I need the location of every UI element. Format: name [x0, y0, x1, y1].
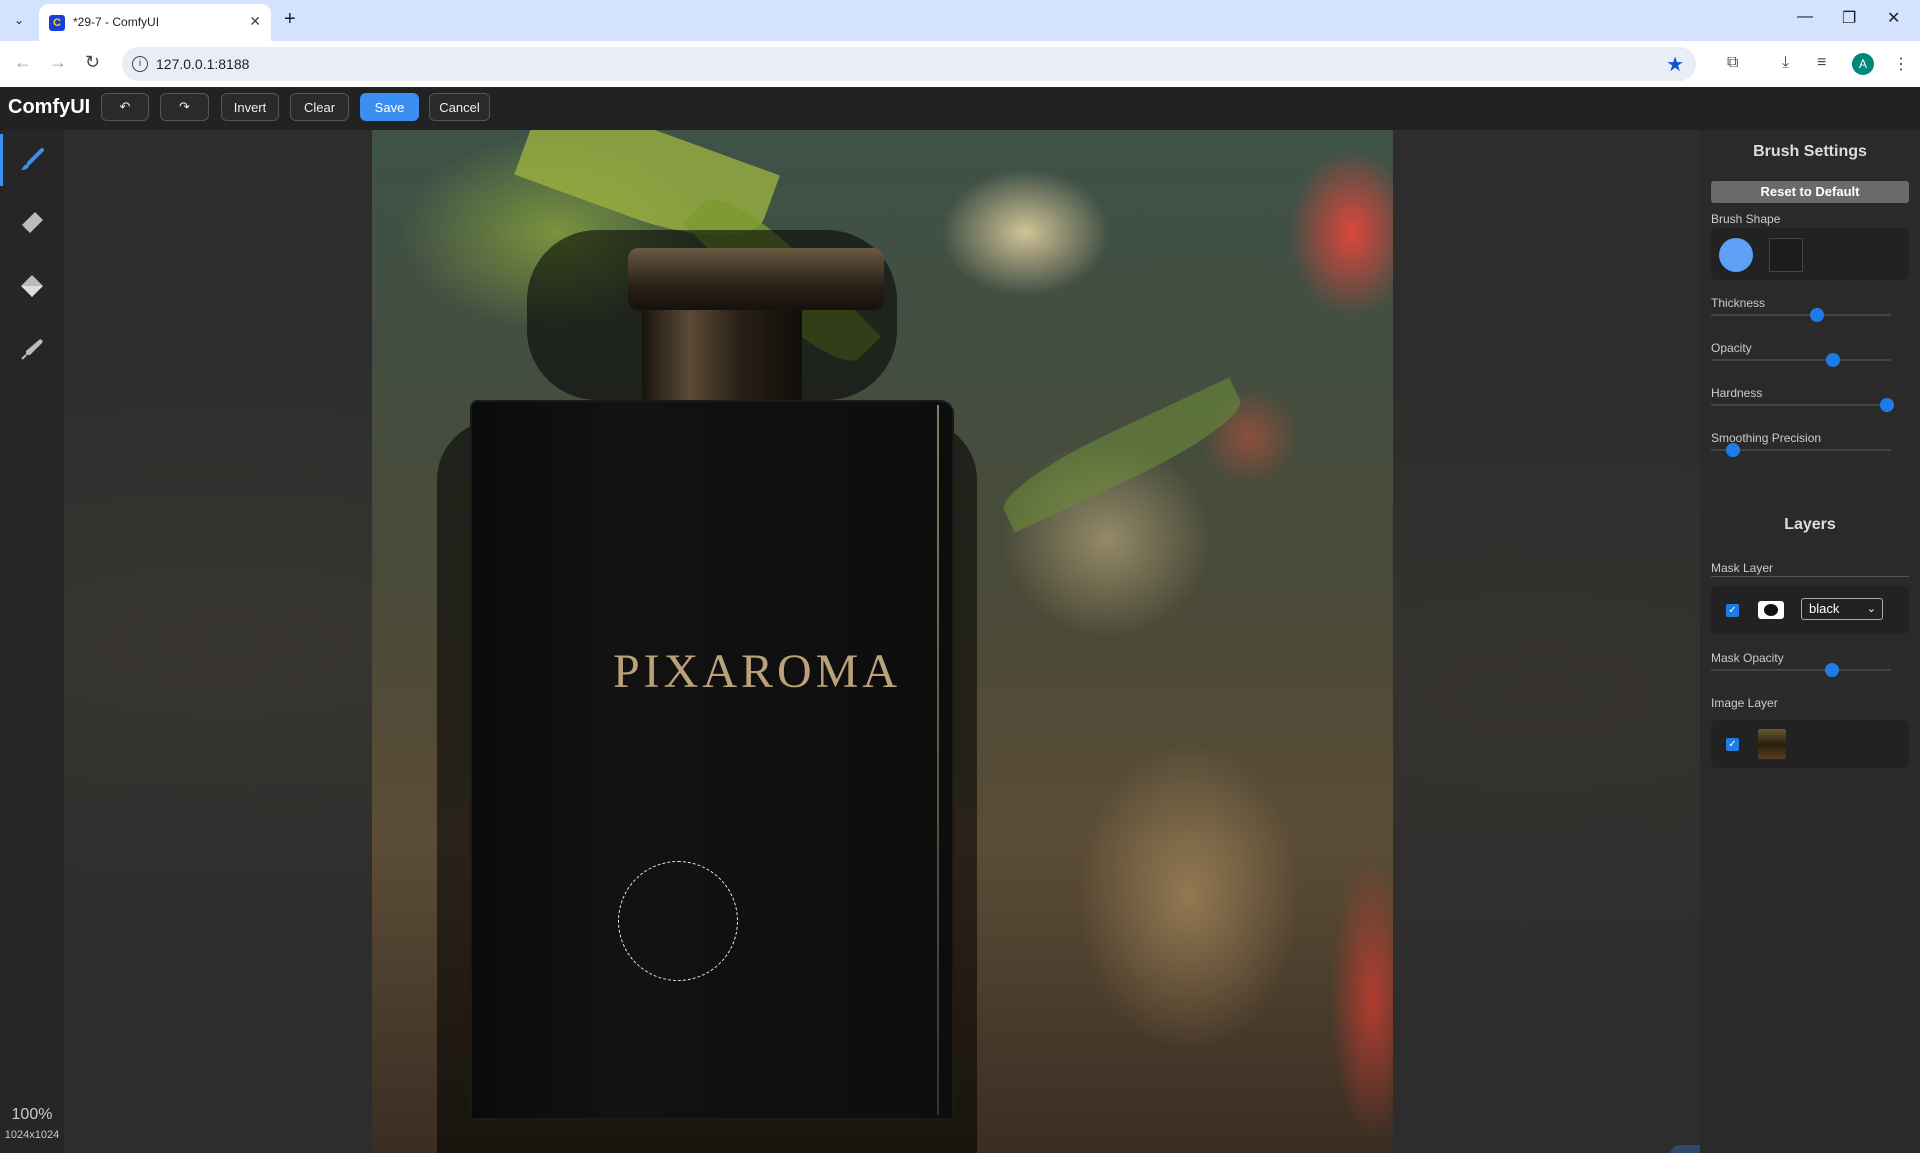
- image-layer-thumbnail: [1758, 729, 1786, 759]
- color-picker-tool[interactable]: [0, 319, 64, 379]
- reset-to-default-button[interactable]: Reset to Default: [1711, 181, 1909, 203]
- opacity-slider[interactable]: [1711, 353, 1891, 367]
- slider-knob[interactable]: [1880, 398, 1895, 412]
- layers-title: Layers: [1784, 516, 1836, 533]
- cancel-button[interactable]: Cancel: [429, 93, 490, 121]
- image-canvas[interactable]: PIXAROMA: [372, 130, 1393, 1153]
- back-icon[interactable]: ←: [14, 52, 32, 73]
- close-tab-icon[interactable]: ✕: [249, 13, 261, 30]
- zoom-level: 100%: [11, 1106, 53, 1123]
- thickness-slider[interactable]: [1711, 308, 1891, 322]
- square-brush-shape[interactable]: [1769, 238, 1803, 272]
- smoothing-slider[interactable]: [1711, 443, 1891, 457]
- canvas-area[interactable]: PIXAROMA: [64, 130, 1700, 1153]
- site-info-icon[interactable]: i: [132, 56, 148, 72]
- eraser-icon: [22, 212, 43, 233]
- browser-menu-icon[interactable]: ⋮: [1893, 54, 1909, 74]
- clear-button[interactable]: Clear: [290, 93, 349, 121]
- invert-button[interactable]: Invert: [221, 93, 279, 121]
- browser-tab[interactable]: C *29-7 - ComfyUI ✕: [39, 4, 271, 41]
- smoothing-label: Smoothing Precision: [1711, 431, 1822, 445]
- undo-button[interactable]: ↶: [101, 93, 149, 121]
- undo-icon: ↶: [119, 99, 131, 114]
- new-tab-icon[interactable]: +: [284, 8, 296, 30]
- restore-icon[interactable]: ❐: [1842, 8, 1856, 28]
- close-window-icon[interactable]: ✕: [1887, 8, 1900, 28]
- mask-opacity-label: Mask Opacity: [1711, 651, 1784, 665]
- bottle-neck: [642, 310, 802, 410]
- mask-color-select[interactable]: black ⌄: [1801, 598, 1883, 620]
- downloads-icon[interactable]: ⤓: [1782, 54, 1789, 72]
- opacity-label: Opacity: [1711, 341, 1752, 355]
- section-divider: [1711, 576, 1909, 577]
- bottle-cap: [628, 248, 884, 310]
- thickness-label: Thickness: [1711, 296, 1766, 310]
- reload-icon[interactable]: ↻: [85, 52, 100, 73]
- brush-shape-label: Brush Shape: [1711, 212, 1781, 226]
- minimize-icon[interactable]: —: [1797, 8, 1813, 26]
- eraser-tool[interactable]: [0, 192, 64, 252]
- mask-layer-visibility-checkbox[interactable]: ✓: [1726, 604, 1739, 617]
- browser-tab-bar: ⌄ C *29-7 - ComfyUI ✕ + — ❐ ✕: [0, 0, 1920, 41]
- eyedropper-icon: [21, 339, 43, 360]
- app-brand: ComfyUI: [8, 96, 91, 118]
- brush-settings-title: Brush Settings: [1753, 143, 1867, 160]
- media-control-icon[interactable]: ≡: [1817, 54, 1826, 72]
- slider-knob[interactable]: [1826, 353, 1841, 367]
- browser-address-bar: ← → ↻ i 127.0.0.1:8188 ★ ⧉ ⤓ ≡ A ⋮: [0, 41, 1920, 87]
- mask-opacity-slider[interactable]: [1711, 663, 1891, 677]
- tab-title: *29-7 - ComfyUI: [73, 15, 160, 29]
- paint-bucket-tool[interactable]: [0, 256, 64, 316]
- brush-tool[interactable]: [0, 130, 64, 190]
- mask-editor: ComfyUI ↶ ↷ Invert Clear Save Cancel 100…: [0, 87, 1920, 1153]
- forward-icon[interactable]: →: [49, 52, 67, 73]
- image-layer-visibility-checkbox[interactable]: ✓: [1726, 738, 1739, 751]
- mask-layer-label: Mask Layer: [1711, 561, 1774, 575]
- comfyui-favicon-icon: C: [49, 15, 65, 31]
- save-button[interactable]: Save: [360, 93, 419, 121]
- editor-toolbar: ComfyUI ↶ ↷ Invert Clear Save Cancel: [0, 87, 1920, 130]
- bottle-label-text: PIXAROMA: [612, 645, 902, 698]
- tab-search-icon[interactable]: ⌄: [7, 8, 31, 32]
- slider-knob[interactable]: [1810, 308, 1825, 322]
- url-text[interactable]: 127.0.0.1:8188: [156, 56, 249, 72]
- leaf-shape: [993, 377, 1251, 533]
- mask-icon: [1758, 601, 1784, 619]
- mask-layer-row: ✓ black ⌄: [1711, 586, 1909, 634]
- brush-shape-box: [1711, 228, 1909, 280]
- image-layer-label: Image Layer: [1711, 696, 1778, 710]
- redo-button[interactable]: ↷: [160, 93, 209, 121]
- chevron-down-icon: ⌄: [1866, 603, 1876, 615]
- tool-sidebar: 100% 1024x1024: [0, 130, 64, 1153]
- slider-knob[interactable]: [1824, 663, 1839, 677]
- redo-icon: ↷: [179, 99, 190, 114]
- circle-brush-shape[interactable]: [1719, 238, 1753, 272]
- bottle-body: [470, 400, 954, 1120]
- brush-icon: [21, 148, 44, 170]
- brush-cursor: [618, 861, 738, 981]
- mask-color-value: black: [1809, 601, 1840, 616]
- settings-panel: Brush Settings Reset to Default Brush Sh…: [1700, 130, 1920, 1153]
- profile-avatar[interactable]: A: [1852, 53, 1874, 75]
- blurred-button-shape: [1670, 1145, 1700, 1153]
- hardness-label: Hardness: [1711, 386, 1763, 400]
- image-layer-row: ✓: [1711, 720, 1909, 768]
- extensions-icon[interactable]: ⧉: [1727, 54, 1738, 72]
- bookmark-star-icon[interactable]: ★: [1666, 52, 1684, 77]
- bottle-edge: [937, 405, 939, 1115]
- paint-bucket-icon: [21, 275, 43, 297]
- url-bar[interactable]: i 127.0.0.1:8188 ★: [122, 47, 1696, 81]
- hardness-slider[interactable]: [1711, 398, 1895, 412]
- slider-knob[interactable]: [1725, 443, 1740, 457]
- image-dimensions: 1024x1024: [4, 1129, 60, 1141]
